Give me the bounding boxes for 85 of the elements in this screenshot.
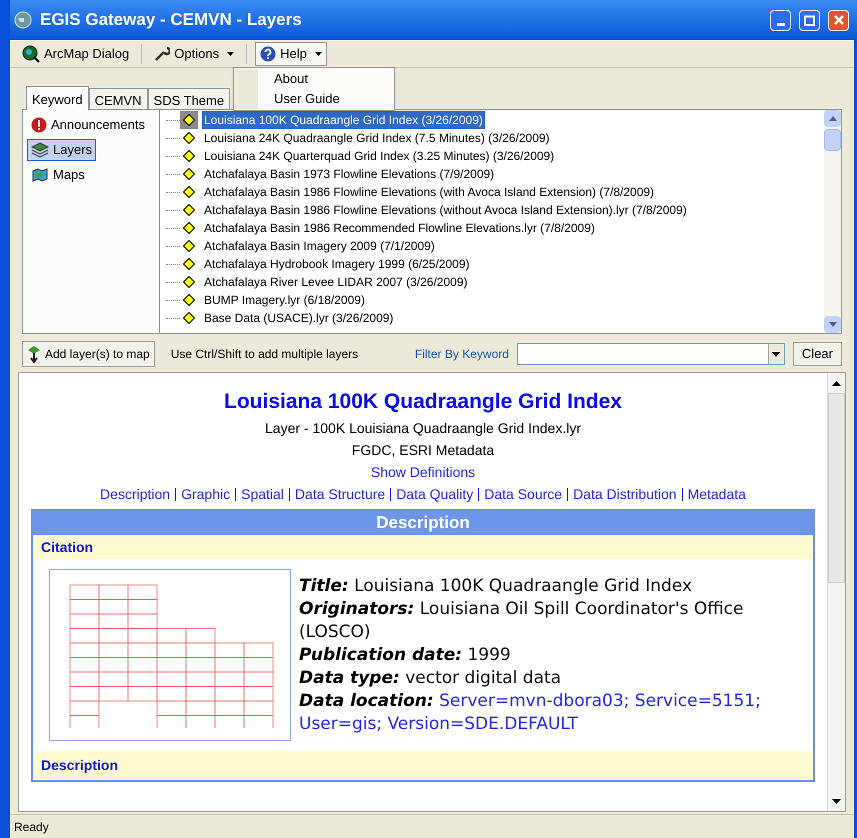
scrollbar[interactable] [824,110,841,333]
layer-item[interactable]: Atchafalaya River Levee LIDAR 2007 (3/26/2009) [202,273,470,291]
nav-link[interactable]: Graphic [181,485,230,503]
diamond-icon [183,258,195,270]
subsection-header: Description [33,751,813,780]
toolbar-button[interactable]: ArcMap Dialog [18,42,134,66]
clear-button[interactable]: Clear [792,342,842,366]
diamond-icon [183,222,195,234]
hint-text: Use Ctrl/Shift to add multiple layers [170,346,360,363]
down-arrow-icon [828,322,836,327]
window-title: EGIS Gateway - CEMVN - Layers [40,9,303,32]
sidebar-item[interactable]: Maps [27,164,89,186]
diamond-icon [183,204,195,216]
scroll-thumb[interactable] [828,393,845,583]
layer-item[interactable]: BUMP Imagery.lyr (6/18/2009) [202,291,367,309]
add-layers-button[interactable]: Add layer(s) to map [22,341,155,367]
wrench-icon [154,46,170,62]
metadata-field: Publication date: 1999 [299,644,797,667]
globe-icon [14,11,32,29]
nav-link[interactable]: Metadata [688,485,746,503]
sidebar-item[interactable]: Layers [27,139,96,161]
diamond-icon [183,186,195,198]
minimize-button[interactable] [770,10,791,30]
diamond-icon [183,240,195,252]
metadata-format-text: FGDC, ESRI Metadata [352,441,494,459]
nav-link[interactable]: Data Quality [396,485,474,503]
tab[interactable]: SDS Theme [148,88,230,109]
close-button[interactable] [828,10,849,30]
section-header: Description [33,511,813,535]
diamond-icon [183,168,195,180]
diamond-icon [183,114,195,126]
nav-link[interactable]: Description [100,485,170,503]
layer-file-text: Layer - 100K Louisiana Quadraangle Grid Index.lyr [265,419,581,437]
metadata-field: Title: Louisiana 100K Quadraangle Grid Index [299,575,797,598]
metadata-field: Originators: Louisiana Oil Spill Coordinator's Office (LOSCO) [299,598,797,644]
nav-link[interactable]: Data Source [484,485,562,503]
up-arrow-icon [828,116,836,121]
tab[interactable]: Keyword [26,86,89,110]
minimize-icon [776,22,784,26]
subsection-header: Citation [33,535,813,559]
toolbar-button[interactable]: Help [255,42,327,66]
layer-item[interactable]: Atchafalaya Basin 1973 Flowline Elevations (7/9/2009) [202,165,496,183]
diamond-icon [183,132,195,144]
globe-search-icon [22,44,40,62]
layer-item[interactable]: Atchafalaya Hydrobook Imagery 1999 (6/25/2009) [202,255,472,273]
caret-icon [314,52,322,56]
diamond-icon [183,276,195,288]
diamond-icon [183,150,195,162]
layer-item[interactable]: Atchafalaya Basin 1986 Recommended Flowline Elevations.lyr (7/8/2009) [202,219,597,237]
metadata-field: Data location: Server=mvn-dbora03; Service=5151; User=gis; Version=SDE.DEFAULT [299,690,797,736]
maximize-icon [804,14,815,26]
diamond-icon [183,312,195,324]
diamond-icon [183,294,195,306]
scrollbar[interactable] [827,373,845,811]
map-icon [31,167,49,183]
layer-item[interactable]: Atchafalaya Basin 1986 Flowline Elevations (with Avoca Island Extension) (7/8/2009) [202,183,656,201]
sidebar-item[interactable]: Announcements [27,114,149,136]
nav-link[interactable]: Spatial [241,485,284,503]
up-arrow-icon [832,380,841,386]
toolbar-button[interactable]: Options [150,42,238,66]
filter-label: Filter By Keyword [414,346,509,363]
layer-item[interactable]: Louisiana 24K Quarterquad Grid Index (3.25 Minutes) (3/26/2009) [202,147,556,165]
layers-icon [31,142,49,158]
metadata-field: Data type: vector digital data [299,667,797,690]
maximize-button[interactable] [799,10,820,30]
nav-link[interactable]: Data Structure [294,485,386,503]
help-icon [260,46,276,62]
dropdown-arrow-icon [772,352,780,356]
alert-icon [31,117,47,133]
nav-link[interactable]: Data Distribution [573,485,677,503]
status-text: Ready [14,818,49,836]
metadata-title: Louisiana 100K Quadraangle Grid Index [224,389,622,415]
layer-download-icon [27,345,41,363]
filter-combobox[interactable] [516,343,785,365]
tab[interactable]: CEMVN [88,88,148,109]
layer-item[interactable]: Louisiana 100K Quadraangle Grid Index (3/26/2009) [202,111,485,129]
layer-item[interactable]: Louisiana 24K Quadraangle Grid Index (7.5 Minutes) (3/26/2009) [202,129,552,147]
close-icon [832,14,844,26]
layer-item[interactable]: Base Data (USACE).lyr (3/26/2009) [202,309,396,327]
caret-icon [227,52,234,56]
down-arrow-icon [832,798,841,804]
layer-item[interactable]: Atchafalaya Basin Imagery 2009 (7/1/2009) [202,237,437,255]
show-definitions-link[interactable]: Show Definitions [370,463,476,481]
layer-item[interactable]: Atchafalaya Basin 1986 Flowline Elevations (without Avoca Island Extension).lyr (7/8/2009) [202,201,689,219]
scroll-thumb[interactable] [824,129,841,151]
